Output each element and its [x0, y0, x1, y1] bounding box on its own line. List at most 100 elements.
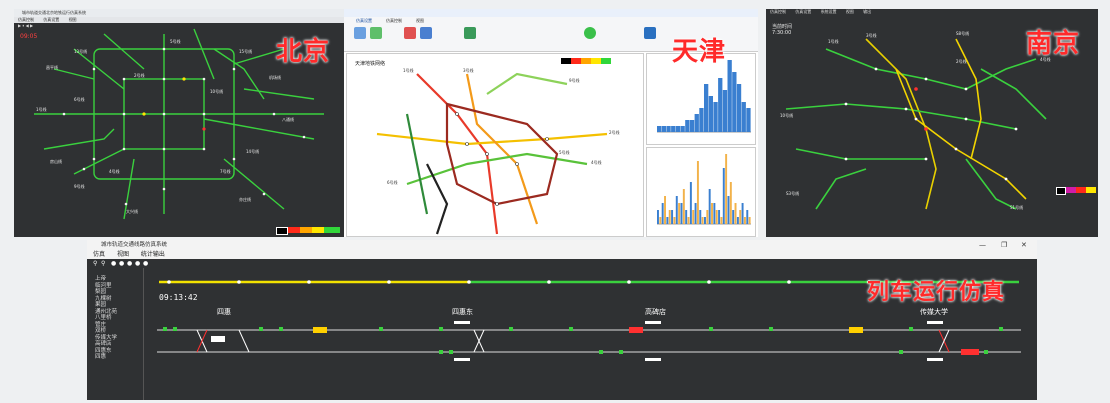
beijing-line-label: 5号线	[170, 39, 181, 44]
nanjing-window: 仿真控制 仿真设置 系统设置 视图 输出 当前时间 7:30:00 1号线 2号…	[766, 9, 1098, 237]
chart-bar	[729, 182, 732, 224]
tianjin-line-label: 9号线	[569, 78, 580, 83]
tianjin-ribbon-tab[interactable]: 视图	[416, 18, 424, 24]
train-simulation-label: 列车运行仿真	[867, 280, 1006, 305]
chart-bar	[671, 126, 676, 132]
pause-icon[interactable]: ●	[119, 260, 124, 267]
nanjing-line-label: S1号线	[1010, 205, 1024, 210]
tianjin-ribbon-tab[interactable]: 仿真控制	[386, 18, 402, 24]
tianjin-ribbon-tab[interactable]: 仿真设置	[356, 18, 372, 24]
main-menu-item[interactable]: 统计输出	[141, 251, 165, 258]
tianjin-chart-2-svg	[657, 154, 751, 225]
chart-bar	[680, 126, 685, 132]
main-menu-item[interactable]: 仿真	[93, 251, 105, 258]
chart-bar	[694, 203, 697, 224]
chart-bar	[718, 210, 721, 224]
chart-bar	[741, 203, 744, 224]
chart-bar	[718, 78, 723, 132]
tianjin-ribbon-button[interactable]	[354, 27, 366, 39]
legend-swatch	[581, 58, 591, 64]
beijing-line-label: 7号线	[220, 169, 231, 174]
legend-swatch	[1056, 187, 1066, 195]
beijing-line-label: 昌平线	[46, 65, 58, 70]
nanjing-line-label: 2号线	[956, 59, 967, 64]
tianjin-ribbon-button[interactable]	[370, 27, 382, 39]
legend-swatch	[300, 227, 312, 233]
beijing-line-label: 房山线	[50, 159, 62, 164]
station-sidebar: 上帝 临河里 梨园 九棵树 果园 通州北苑 八里桥 管庄 双桥 传媒大学 高碑店…	[87, 268, 144, 400]
maximize-button[interactable]: ❐	[1001, 241, 1007, 249]
tianjin-ribbon-button[interactable]	[404, 27, 416, 39]
chart-bar	[706, 210, 709, 224]
chart-bar	[692, 210, 695, 224]
beijing-line-label: 10号线	[210, 89, 224, 94]
main-menu-item[interactable]: 视图	[117, 251, 129, 258]
tianjin-line-label: 4号线	[591, 160, 602, 165]
beijing-line-label: 八通线	[282, 117, 294, 122]
chart-bar	[671, 210, 674, 224]
chart-bar	[666, 126, 671, 132]
sidebar-station[interactable]: 四惠	[87, 354, 143, 361]
step-icon[interactable]: ●	[127, 260, 132, 267]
chart-bar	[687, 217, 690, 224]
chart-bar	[748, 217, 751, 224]
tianjin-chart-2	[646, 147, 756, 237]
close-button[interactable]: ✕	[1021, 241, 1027, 249]
beijing-line-label: 亦庄线	[239, 197, 251, 202]
chart-bar	[746, 210, 749, 224]
main-menu-bar: 仿真 视图 统计输出	[87, 250, 1037, 259]
tianjin-ribbon-button[interactable]	[420, 27, 432, 39]
main-toolbar: ⚲ ⚲ ● ● ● ● ●	[87, 259, 1037, 268]
tianjin-ribbon-button[interactable]	[464, 27, 476, 39]
nanjing-line-label: 1号线	[828, 39, 839, 44]
chart-bar	[699, 108, 704, 132]
stop-icon[interactable]: ●	[135, 260, 140, 267]
beijing-line-label: 机场线	[269, 75, 281, 80]
legend-swatch	[591, 58, 601, 64]
chart-bar	[739, 210, 742, 224]
zoom-in-icon[interactable]: ⚲	[93, 260, 97, 267]
beijing-label: 北京	[276, 37, 331, 67]
chart-bar	[661, 203, 664, 224]
chart-bar	[689, 182, 692, 224]
tianjin-ribbon-button[interactable]	[584, 27, 596, 39]
chart-bar	[736, 84, 742, 132]
chart-bar	[689, 120, 695, 132]
tianjin-ribbon-button[interactable]	[644, 27, 656, 39]
play-icon[interactable]: ●	[111, 260, 116, 267]
tianjin-label: 天津	[672, 37, 727, 67]
chart-bar	[694, 114, 699, 132]
chart-bar	[657, 210, 659, 224]
nanjing-label: 南京	[1026, 29, 1081, 59]
beijing-line-label: 9号线	[74, 184, 85, 189]
beijing-line-label: 大兴线	[126, 209, 138, 214]
station-name: 高碑店	[645, 308, 666, 316]
settings-icon[interactable]: ●	[143, 260, 148, 267]
legend-swatch	[561, 58, 571, 64]
chart-bar	[743, 217, 746, 224]
tianjin-line-label: 6号线	[387, 180, 398, 185]
chart-bar	[708, 189, 711, 224]
minimize-button[interactable]: —	[979, 241, 986, 249]
chart-bar	[699, 210, 702, 224]
legend-swatch	[1086, 187, 1096, 193]
tianjin-window-title	[344, 9, 758, 17]
station-name: 四惠东	[452, 308, 473, 316]
beijing-line-label: 14号线	[246, 149, 260, 154]
chart-bar	[682, 189, 685, 224]
legend-swatch	[276, 227, 288, 235]
chart-bar	[673, 217, 676, 224]
beijing-line-label: 15号线	[239, 49, 253, 54]
chart-bar	[732, 72, 737, 132]
chart-bar	[659, 217, 662, 224]
legend-swatch	[288, 227, 300, 233]
chart-bar	[661, 126, 666, 132]
beijing-line-label: 1号线	[36, 107, 47, 112]
chart-bar	[696, 161, 699, 224]
legend-swatch	[1066, 187, 1076, 193]
chart-bar	[734, 203, 737, 224]
zoom-out-icon[interactable]: ⚲	[101, 260, 105, 267]
beijing-line-label: 13号线	[74, 49, 88, 54]
nanjing-legend	[1056, 187, 1096, 195]
track-diagram	[157, 321, 1021, 361]
